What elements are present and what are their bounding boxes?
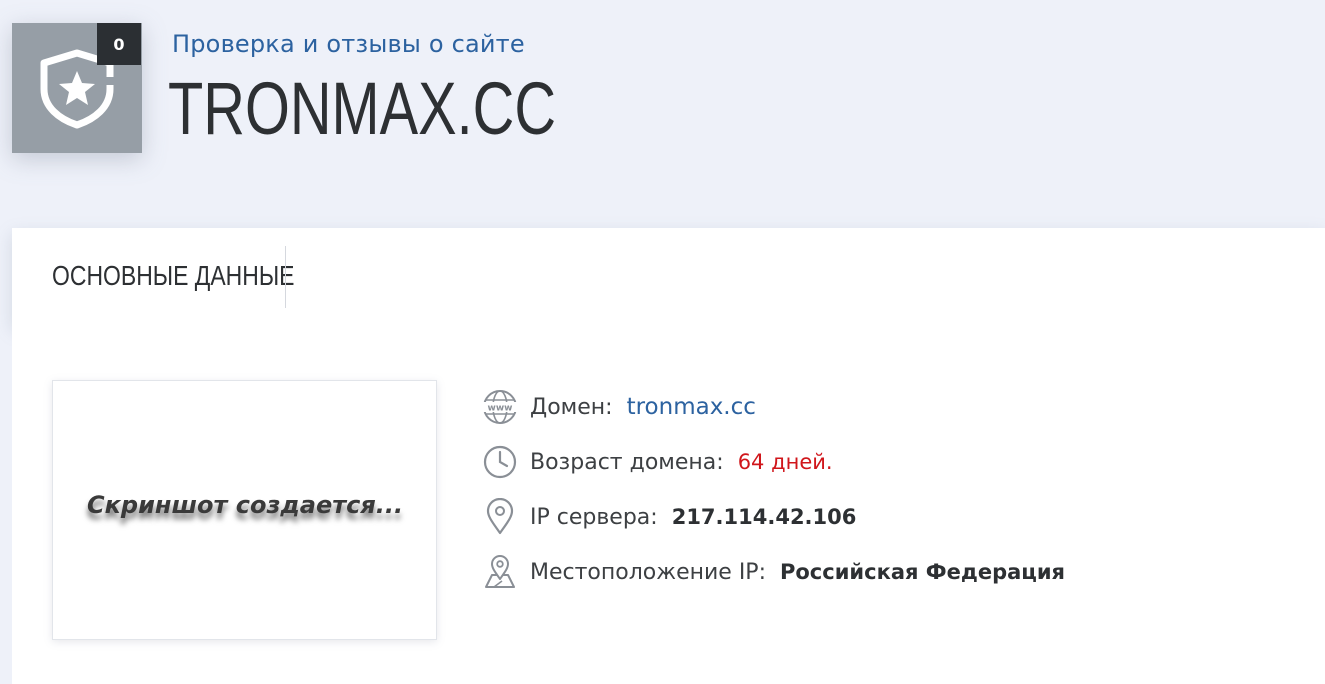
- tab-main-data[interactable]: ОСНОВНЫЕ ДАННЫЕ: [52, 260, 294, 292]
- info-row-ip: IP сервера: 217.114.42.106: [482, 497, 856, 537]
- domain-label: Домен:: [530, 394, 613, 420]
- page-subtitle: Проверка и отзывы о сайте: [172, 30, 525, 58]
- map-pin-icon: [485, 555, 515, 588]
- tab-divider: [285, 246, 286, 308]
- domain-age-value: 64 дней.: [737, 450, 833, 474]
- main-content: Скриншот создается... www Домен: tronmax…: [12, 325, 1325, 684]
- info-row-age: Возраст домена: 64 дней.: [482, 442, 833, 482]
- ip-location-value: Российская Федерация: [779, 560, 1066, 584]
- location-pin-icon: [486, 498, 514, 535]
- www-icon: www: [483, 390, 517, 424]
- info-row-domain: www Домен: tronmax.cc: [482, 387, 756, 427]
- info-row-location: Местоположение IP: Российская Федерация: [482, 552, 1065, 592]
- ip-location-label: Местоположение IP:: [530, 559, 766, 585]
- domain-link[interactable]: tronmax.cc: [627, 394, 756, 420]
- page: 0 Проверка и отзывы о сайте TRONMAX.CC О…: [0, 0, 1325, 684]
- tabs-bar: ОСНОВНЫЕ ДАННЫЕ: [12, 228, 1325, 325]
- svg-text:www: www: [488, 404, 513, 414]
- site-screenshot: Скриншот создается...: [52, 380, 437, 640]
- domain-age-label: Возраст домена:: [530, 449, 724, 475]
- screenshot-placeholder-text: Скриншот создается...: [87, 491, 404, 519]
- server-ip-value: 217.114.42.106: [671, 505, 857, 529]
- review-count-badge: 0: [97, 23, 141, 65]
- server-ip-label: IP сервера:: [530, 504, 658, 530]
- page-title: TRONMAX.CC: [168, 67, 557, 150]
- clock-icon: [483, 445, 517, 479]
